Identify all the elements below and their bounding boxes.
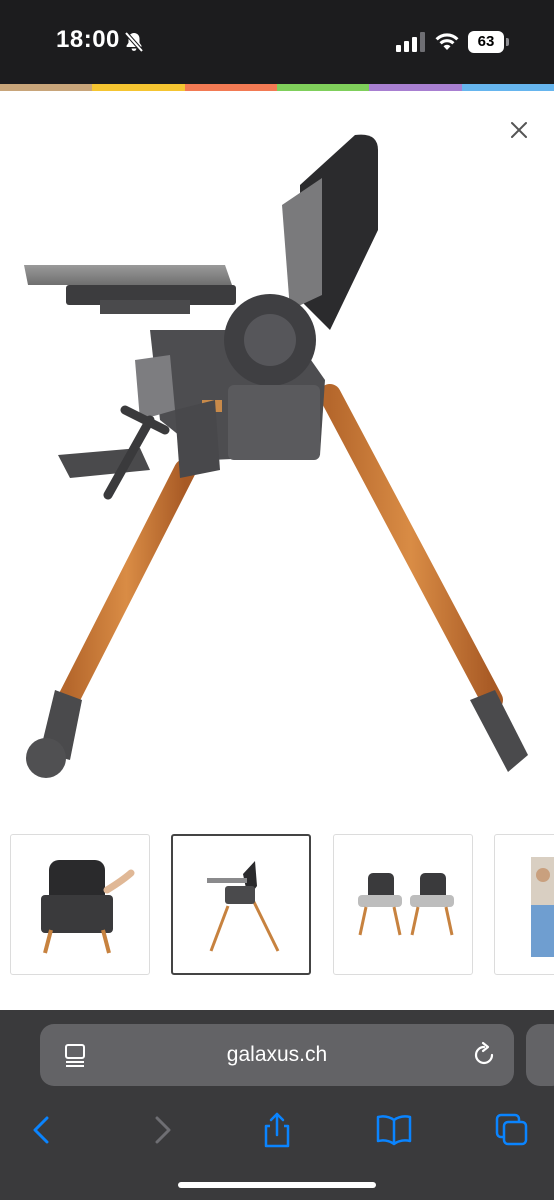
- stripe-segment: [184, 84, 277, 91]
- brand-color-stripe: [0, 84, 554, 91]
- high-chair-side-view-image: [207, 861, 280, 952]
- stripe-segment: [369, 84, 462, 91]
- forward-chevron-icon[interactable]: [142, 1110, 182, 1150]
- battery-level: 63: [468, 31, 504, 53]
- reload-icon[interactable]: [470, 1041, 498, 1069]
- thumbnail-strip: [0, 834, 554, 976]
- thumbnail-lifestyle[interactable]: [494, 834, 554, 975]
- battery-tip: [506, 38, 509, 46]
- thumbnail-side-view[interactable]: [171, 834, 311, 975]
- tabs-icon[interactable]: [492, 1110, 532, 1150]
- browser-toolbar: galaxus.ch: [0, 1010, 554, 1200]
- stripe-segment: [92, 84, 185, 91]
- next-tab-preview[interactable]: [526, 1024, 554, 1086]
- reader-mode-icon[interactable]: [62, 1042, 88, 1068]
- home-indicator: [178, 1182, 376, 1188]
- back-chevron-icon[interactable]: [22, 1110, 62, 1150]
- address-bar[interactable]: galaxus.ch: [40, 1024, 514, 1086]
- high-chair-back-view-image: [41, 860, 135, 954]
- two-high-chairs-image: [358, 873, 454, 936]
- battery-icon: 63: [468, 31, 510, 53]
- stripe-segment: [0, 84, 93, 91]
- status-bar: 18:00 63: [0, 0, 554, 84]
- product-main-image: [24, 134, 528, 778]
- thumbnail-back-view[interactable]: [10, 834, 150, 975]
- wifi-icon: [435, 33, 459, 50]
- stripe-segment: [461, 84, 554, 91]
- url-text[interactable]: galaxus.ch: [40, 1024, 514, 1086]
- status-time: 18:00: [56, 26, 120, 53]
- thumbnail-two-chairs[interactable]: [333, 834, 473, 975]
- book-icon[interactable]: [374, 1110, 414, 1150]
- bell-slash-icon: [124, 31, 144, 53]
- share-icon[interactable]: [257, 1110, 297, 1150]
- signal-icon: [396, 32, 425, 52]
- lifestyle-photo-image: [531, 857, 554, 957]
- stripe-segment: [276, 84, 370, 91]
